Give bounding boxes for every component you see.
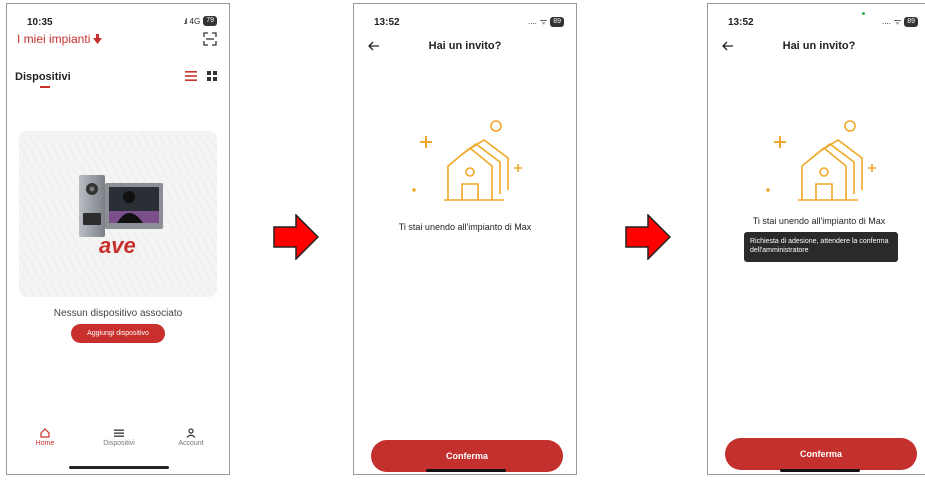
battery-icon: 79 (203, 16, 217, 26)
status-bar-right: .... ᯤ 89 (528, 16, 564, 27)
signal-icon: .... (528, 17, 537, 26)
home-indicator (69, 466, 169, 469)
home-indicator (780, 469, 860, 472)
plants-dropdown[interactable]: I miei impianti (17, 32, 103, 46)
home-indicator (426, 469, 506, 472)
tab-account[interactable]: Account (161, 428, 221, 447)
tab-label-account: Account (178, 440, 204, 447)
status-time: 10:35 (27, 17, 53, 28)
section-underline (40, 86, 50, 88)
arrow-down-icon (93, 34, 103, 44)
privacy-indicator-dot (862, 12, 865, 15)
user-icon (186, 428, 196, 438)
confirm-button[interactable]: Conferma (371, 440, 563, 472)
home-icon (40, 428, 50, 438)
battery-icon: 89 (904, 16, 918, 27)
section-title: Dispositivi (15, 71, 71, 83)
battery-icon: 89 (550, 16, 564, 27)
status-bar-right: .ıl 4G 79 (183, 16, 217, 26)
grid-view-icon[interactable] (207, 71, 217, 81)
brand-logo: ave (99, 233, 136, 258)
device-hero-image: ave (19, 131, 217, 297)
tab-home[interactable]: Home (15, 428, 75, 447)
phone-screen-invite: 13:52 .... ᯤ 89 Hai un invito? Ti stai u… (353, 3, 577, 475)
tab-devices[interactable]: Dispositivi (89, 428, 149, 447)
network-label: 4G (189, 16, 201, 26)
tab-label-home: Home (35, 440, 55, 447)
bottom-tab-bar: Home Dispositivi Account (7, 428, 229, 458)
page-title: Hai un invito? (782, 40, 856, 52)
status-bar-right: .... ᯤ 89 (882, 16, 918, 27)
intercom-illustration: ave (79, 175, 163, 258)
pending-request-toast: Richiesta di adesione, attendere la conf… (744, 232, 898, 262)
scan-icon[interactable] (203, 32, 217, 46)
wifi-icon: ᯤ (539, 17, 548, 26)
signal-icon: .ıl (183, 16, 187, 26)
add-device-button[interactable]: Aggiungi dispositivo (71, 324, 165, 343)
confirm-button[interactable]: Conferma (725, 438, 917, 470)
empty-state-message: Nessun dispositivo associato (53, 308, 183, 319)
houses-illustration (766, 120, 876, 201)
tab-label-devices: Dispositivi (103, 440, 135, 447)
join-message: Ti stai unendo all'impianto di Max (752, 216, 886, 226)
join-message: Ti stai unendo all'impianto di Max (398, 222, 532, 232)
page-title: Hai un invito? (428, 40, 502, 52)
status-time: 13:52 (374, 17, 400, 28)
status-time: 13:52 (728, 17, 754, 28)
flow-arrow-icon (273, 214, 319, 260)
flow-arrow-icon (625, 214, 671, 260)
wifi-icon: ᯤ (893, 17, 902, 26)
phone-screen-home: 10:35 .ıl 4G 79 I miei impianti Disposit… (6, 3, 230, 475)
houses-illustration (412, 120, 522, 201)
signal-icon: .... (882, 17, 891, 26)
phone-screen-invite-pending: 13:52 .... ᯤ 89 Hai un invito? Ti stai u… (707, 3, 925, 475)
menu-icon (114, 429, 124, 437)
list-view-icon[interactable] (185, 71, 197, 81)
page-title: I miei impianti (17, 32, 91, 46)
